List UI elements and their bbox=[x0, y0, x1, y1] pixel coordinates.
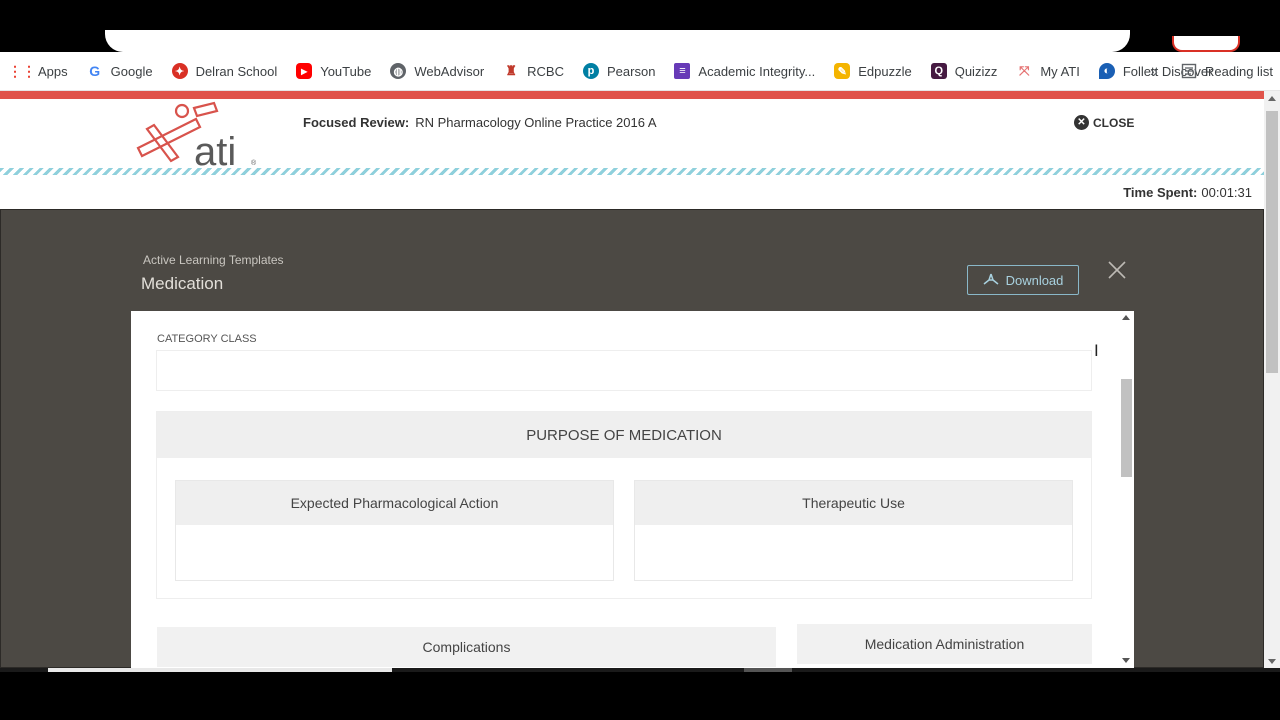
youtube-icon: ▶ bbox=[296, 63, 313, 79]
rcbc-icon: ♜ bbox=[505, 63, 517, 78]
globe-icon: ◍ bbox=[390, 63, 407, 79]
panel-scrollbar[interactable] bbox=[1119, 311, 1134, 668]
bookmark-delran-school[interactable]: ✦ Delran School bbox=[171, 63, 278, 79]
hscroll-segment bbox=[744, 668, 792, 672]
close-label: CLOSE bbox=[1093, 115, 1135, 130]
decorative-stripe bbox=[0, 168, 1264, 175]
download-button[interactable]: Download bbox=[967, 265, 1079, 295]
bookmark-label: Google bbox=[110, 63, 153, 79]
complications-heading: Complications bbox=[422, 639, 511, 655]
bookmark-quizizz[interactable]: Q Quizizz bbox=[930, 63, 998, 79]
panel-scroll-thumb[interactable] bbox=[1121, 379, 1132, 477]
bookmark-label: Apps bbox=[38, 63, 68, 79]
bookmark-label: My ATI bbox=[1040, 63, 1080, 79]
med-admin-section[interactable]: Medication Administration bbox=[797, 624, 1092, 664]
time-spent-label: Time Spent: bbox=[1123, 185, 1198, 200]
horizontal-scrollbar bbox=[0, 668, 1280, 672]
bookmark-academic-integrity[interactable]: ≡ Academic Integrity... bbox=[674, 63, 815, 79]
bookmark-label: Delran School bbox=[195, 63, 278, 79]
close-review-button[interactable]: ✕ CLOSE bbox=[1074, 115, 1134, 130]
bookmark-apps[interactable]: ⋮⋮ Apps bbox=[8, 62, 68, 79]
quizizz-icon: Q bbox=[930, 63, 947, 79]
bookmark-label: Edpuzzle bbox=[858, 63, 912, 79]
bookmark-label: RCBC bbox=[527, 63, 564, 79]
template-panel: CATEGORY CLASS PURPOSE OF MEDICATION Exp… bbox=[131, 311, 1134, 668]
delran-school-icon: ✦ bbox=[171, 63, 188, 79]
browser-top-bar bbox=[0, 0, 1280, 60]
page-scroll-down-icon[interactable] bbox=[1268, 659, 1276, 664]
bookmark-google[interactable]: G Google bbox=[87, 63, 153, 79]
ati-icon: ⤧ bbox=[1019, 63, 1030, 78]
bookmark-webadvisor[interactable]: ◍ WebAdvisor bbox=[390, 63, 484, 79]
follett-icon: ◐ bbox=[1098, 63, 1115, 79]
modal-title: Medication bbox=[141, 274, 224, 293]
therapeutic-use-box[interactable]: Therapeutic Use bbox=[634, 480, 1073, 581]
category-class-label: CATEGORY CLASS bbox=[157, 333, 257, 345]
svg-text:®: ® bbox=[251, 159, 257, 167]
page-scroll-thumb[interactable] bbox=[1266, 111, 1278, 373]
modal-breadcrumb: Active Learning Templates bbox=[143, 253, 284, 267]
category-class-field[interactable] bbox=[156, 350, 1092, 391]
text-cursor-icon: I bbox=[1094, 341, 1099, 360]
ati-page: ati ® Focused Review: RN Pharmacology Onl… bbox=[0, 91, 1264, 668]
profile-button[interactable] bbox=[1172, 36, 1240, 52]
accent-bar bbox=[0, 91, 1264, 99]
bookmark-edpuzzle[interactable]: ✎ Edpuzzle bbox=[834, 63, 912, 79]
med-admin-heading: Medication Administration bbox=[864, 636, 1025, 652]
apps-grid-icon: ⋮⋮ bbox=[8, 62, 36, 79]
edpuzzle-icon: ✎ bbox=[834, 63, 851, 79]
bookmark-my-ati[interactable]: ⤧ My ATI bbox=[1016, 63, 1080, 79]
scroll-down-icon[interactable] bbox=[1122, 658, 1130, 663]
time-spent: Time Spent: 00:01:31 bbox=[1123, 185, 1252, 200]
bookmarks-bar: ⋮⋮ Apps G Google ✦ Delran School ▶ YouTu… bbox=[0, 52, 1280, 91]
close-circle-icon: ✕ bbox=[1074, 115, 1089, 130]
purpose-section: PURPOSE OF MEDICATION Expected Pharmacol… bbox=[156, 411, 1092, 599]
ati-logo: ati ® bbox=[136, 101, 257, 167]
therapeutic-use-heading: Therapeutic Use bbox=[635, 481, 1072, 525]
pdf-icon bbox=[983, 273, 999, 285]
address-bar[interactable] bbox=[105, 30, 1130, 52]
bookmark-label: YouTube bbox=[320, 63, 372, 79]
bookmark-rcbc[interactable]: ♜ RCBC bbox=[503, 63, 564, 79]
pearson-icon: p bbox=[583, 63, 599, 79]
download-label: Download bbox=[1005, 272, 1064, 288]
bookmark-label: WebAdvisor bbox=[414, 63, 485, 79]
modal-close-icon[interactable] bbox=[1107, 260, 1127, 280]
scroll-up-icon[interactable] bbox=[1122, 315, 1130, 320]
bookmark-youtube[interactable]: ▶ YouTube bbox=[296, 63, 371, 79]
bookmark-pearson[interactable]: p Pearson bbox=[583, 63, 655, 79]
time-spent-value: 00:01:31 bbox=[1201, 185, 1252, 200]
modal-overlay: Active Learning Templates Medication Dow… bbox=[0, 209, 1264, 668]
bookmark-label: Academic Integrity... bbox=[698, 63, 816, 79]
google-icon: G bbox=[89, 63, 101, 79]
bookmark-label: Quizizz bbox=[954, 63, 998, 79]
reading-list-label: Reading list bbox=[1205, 63, 1273, 79]
complications-section[interactable]: Complications bbox=[157, 627, 776, 667]
purpose-heading: PURPOSE OF MEDICATION bbox=[157, 412, 1091, 458]
forms-icon: ≡ bbox=[674, 63, 691, 79]
expected-action-heading: Expected Pharmacological Action bbox=[176, 481, 613, 525]
reading-list-button[interactable]: Reading list bbox=[1181, 63, 1273, 79]
focused-review: Focused Review: RN Pharmacology Online Pr… bbox=[303, 115, 657, 130]
page-scroll-up-icon[interactable] bbox=[1268, 96, 1276, 101]
focused-review-title: RN Pharmacology Online Practice 2016 A bbox=[415, 115, 657, 130]
svg-text:ati: ati bbox=[194, 130, 236, 167]
expected-action-box[interactable]: Expected Pharmacological Action bbox=[175, 480, 614, 581]
bookmarks-overflow-icon[interactable]: » bbox=[1150, 63, 1158, 79]
hscroll-segment bbox=[48, 668, 392, 672]
bookmark-label: Pearson bbox=[607, 63, 656, 79]
reading-list-icon bbox=[1181, 63, 1197, 79]
focused-review-label: Focused Review: bbox=[303, 115, 410, 130]
page-scrollbar[interactable] bbox=[1264, 91, 1280, 668]
